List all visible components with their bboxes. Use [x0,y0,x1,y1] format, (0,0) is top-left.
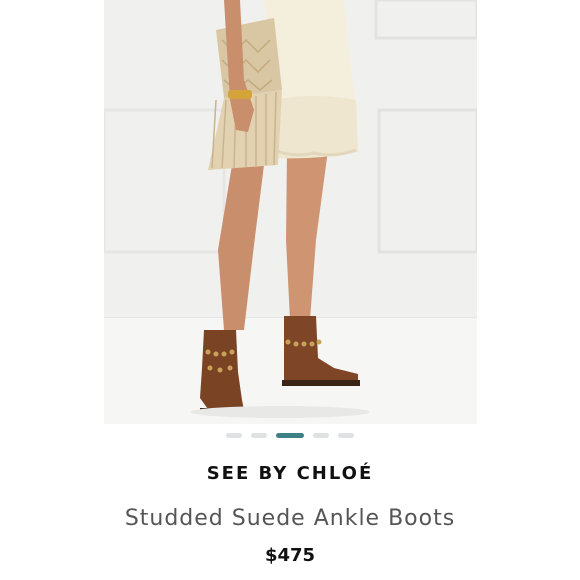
listing-page: SEE BY CHLOÉ Studded Suede Ankle Boots $… [0,0,580,580]
product-photo-illustration [104,0,477,424]
carousel-dot[interactable] [251,433,267,438]
carousel-indicators [0,433,580,438]
carousel-dot[interactable] [226,433,242,438]
carousel-dot-active[interactable] [276,433,304,438]
product-price: $475 [264,545,316,566]
brand-name[interactable]: SEE BY CHLOÉ [0,463,580,484]
product-title: Studded Suede Ankle Boots [124,506,456,531]
carousel-dot[interactable] [338,433,354,438]
product-photo[interactable] [104,0,477,424]
carousel-dot[interactable] [313,433,329,438]
